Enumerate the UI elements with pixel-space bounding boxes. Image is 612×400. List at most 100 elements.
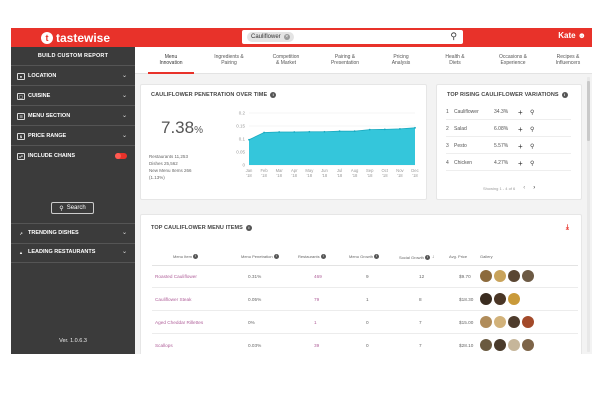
dish-thumbnail[interactable] bbox=[480, 270, 492, 282]
tab-pricing-analysis[interactable]: Pricing Analysis bbox=[378, 54, 424, 66]
column-header-menu-growth[interactable]: Menu Growth i bbox=[349, 254, 380, 259]
dish-thumbnail[interactable] bbox=[494, 270, 506, 282]
info-icon[interactable]: i bbox=[561, 92, 568, 98]
sidebar-item-price-range[interactable]: $ PRICE RANGE ⌄ bbox=[17, 131, 129, 141]
info-icon[interactable]: i bbox=[245, 225, 252, 231]
tab-menu-innovation[interactable]: Menu Innovation bbox=[148, 54, 194, 66]
table-row[interactable]: Aged Cheddar Rillettes 0% 1 0 7 $15.00 bbox=[152, 312, 578, 334]
menu-item-name[interactable]: Scallops bbox=[155, 343, 173, 348]
tab-pairing-presentation[interactable]: Pairing & Presentation bbox=[319, 54, 371, 66]
search-icon[interactable]: ⚲ bbox=[530, 143, 534, 150]
restaurant-count[interactable]: 79 bbox=[314, 297, 319, 302]
column-header-penetration[interactable]: Menu Penetration i bbox=[241, 254, 279, 259]
menu-items-title: TOP CAULIFLOWER MENU ITEMS i bbox=[151, 225, 252, 231]
column-header-avg-price[interactable]: Avg. Price bbox=[449, 254, 467, 259]
brand-logo[interactable]: t tastewise bbox=[41, 30, 110, 45]
column-header-menu-item[interactable]: Menu Item i bbox=[173, 254, 198, 259]
variations-title: TOP RISING CAULIFLOWER VARIATIONS i bbox=[447, 92, 568, 98]
dish-gallery[interactable] bbox=[480, 339, 536, 351]
prev-page-icon[interactable]: ‹ bbox=[523, 185, 525, 191]
add-icon[interactable]: + bbox=[518, 159, 530, 168]
dish-thumbnail[interactable] bbox=[508, 270, 520, 282]
dish-gallery[interactable] bbox=[480, 293, 522, 305]
search-icon[interactable]: ⚲ bbox=[530, 109, 534, 116]
x-tick-label-year: '18 bbox=[292, 173, 298, 178]
include-chains-toggle[interactable] bbox=[115, 153, 127, 159]
chip-remove-icon[interactable]: × bbox=[283, 34, 290, 40]
dish-thumbnail[interactable] bbox=[494, 293, 506, 305]
search-chip[interactable]: Cauliflower × bbox=[247, 32, 294, 42]
data-point bbox=[353, 130, 356, 133]
dish-thumbnail[interactable] bbox=[508, 339, 520, 351]
pager-text: Showing 1 - 4 of 6 bbox=[483, 185, 516, 191]
search-icon[interactable]: ⚲ bbox=[530, 160, 534, 167]
column-header-social-growth[interactable]: Social Growth i ↓ bbox=[399, 254, 434, 260]
info-icon[interactable]: i bbox=[273, 254, 279, 259]
tab-occasions-experience[interactable]: Occasions & Experience bbox=[489, 54, 537, 66]
table-row[interactable]: Roasted Cauliflower 0.31% 469 9 12 $9.70 bbox=[152, 266, 578, 288]
info-icon[interactable]: i bbox=[320, 254, 326, 259]
sidebar-item-leading-restaurants[interactable]: ▲ LEADING RESTAURANTS ⌄ bbox=[17, 247, 129, 257]
column-header-restaurants[interactable]: Restaurants i bbox=[298, 254, 326, 259]
info-icon[interactable]: i bbox=[374, 254, 380, 259]
add-icon[interactable]: + bbox=[518, 142, 530, 151]
table-row[interactable]: Scallops 0.03% 39 0 7 $28.10 bbox=[152, 335, 578, 354]
search-icon[interactable]: ⚲ bbox=[530, 126, 534, 133]
dish-gallery[interactable] bbox=[480, 270, 536, 282]
user-menu[interactable]: Kate ☻ bbox=[558, 31, 586, 40]
search-bar[interactable]: Cauliflower × ⚲ bbox=[242, 30, 463, 44]
info-icon[interactable]: i bbox=[270, 92, 277, 98]
sidebar-item-location[interactable]: ● LOCATION ⌄ bbox=[17, 71, 129, 81]
scrollbar-thumb[interactable] bbox=[587, 81, 590, 141]
restaurant-count[interactable]: 39 bbox=[314, 343, 319, 348]
add-icon[interactable]: + bbox=[518, 108, 530, 117]
chevron-down-icon: ⌄ bbox=[121, 249, 127, 255]
tab-competition-market[interactable]: Competition & Market bbox=[261, 54, 311, 66]
tab-health-diets[interactable]: Health & Diets bbox=[435, 54, 475, 66]
dish-thumbnail[interactable] bbox=[494, 316, 506, 328]
sidebar-item-include-chains[interactable]: ☍ INCLUDE CHAINS bbox=[17, 151, 129, 161]
add-icon[interactable]: + bbox=[518, 125, 530, 134]
sidebar-item-menu-section[interactable]: ☰ MENU SECTION ⌄ bbox=[17, 111, 129, 121]
dish-thumbnail[interactable] bbox=[522, 339, 534, 351]
restaurant-count[interactable]: 469 bbox=[314, 274, 322, 279]
dish-thumbnail[interactable] bbox=[494, 339, 506, 351]
restaurant-count[interactable]: 1 bbox=[314, 320, 317, 325]
dish-thumbnail[interactable] bbox=[522, 316, 534, 328]
tab-recipes-influencers[interactable]: Recipes & Influencers bbox=[547, 54, 589, 66]
scrollbar[interactable] bbox=[587, 77, 590, 352]
header-label: Menu Growth bbox=[349, 254, 374, 259]
dish-thumbnail[interactable] bbox=[480, 339, 492, 351]
chevron-down-icon: ⌄ bbox=[121, 230, 127, 236]
dish-thumbnail[interactable] bbox=[508, 293, 520, 305]
table-row[interactable]: Cauliflower Steak 0.05% 79 1 8 $18.30 bbox=[152, 289, 578, 311]
info-icon[interactable]: i bbox=[192, 254, 198, 259]
sort-down-icon[interactable]: ↓ bbox=[432, 254, 435, 260]
dish-thumbnail[interactable] bbox=[480, 316, 492, 328]
dish-gallery[interactable] bbox=[480, 316, 536, 328]
area-series bbox=[249, 127, 415, 165]
variation-rank: 2 bbox=[446, 126, 449, 132]
chevron-down-icon: ⌄ bbox=[121, 93, 127, 99]
next-page-icon[interactable]: › bbox=[533, 185, 535, 191]
menu-item-name[interactable]: Roasted Cauliflower bbox=[155, 274, 197, 279]
menu-item-name[interactable]: Aged Cheddar Rillettes bbox=[155, 320, 203, 325]
search-icon[interactable]: ⚲ bbox=[450, 31, 457, 42]
data-point bbox=[308, 130, 311, 133]
dish-thumbnail[interactable] bbox=[480, 293, 492, 305]
sidebar-item-trending-dishes[interactable]: ↗ TRENDING DISHES ⌄ bbox=[17, 228, 129, 238]
sidebar-item-cuisine[interactable]: ◯ CUISINE ⌄ bbox=[17, 91, 129, 101]
menu-growth: 9 bbox=[366, 274, 369, 279]
data-point bbox=[323, 130, 326, 133]
tab-bar: Menu Innovation Ingredients & Pairing Co… bbox=[135, 47, 592, 74]
header-label: Gallery bbox=[480, 254, 493, 259]
search-icon: ⚲ bbox=[59, 205, 64, 212]
sidebar-search-button[interactable]: ⚲ Search bbox=[51, 202, 94, 214]
info-icon[interactable]: i bbox=[424, 254, 430, 260]
dish-thumbnail[interactable] bbox=[522, 270, 534, 282]
menu-item-name[interactable]: Cauliflower Steak bbox=[155, 297, 191, 302]
variation-value: 4.27% bbox=[494, 160, 509, 166]
tab-ingredients-pairing[interactable]: Ingredients & Pairing bbox=[203, 54, 255, 66]
dish-thumbnail[interactable] bbox=[508, 316, 520, 328]
download-icon[interactable]: ⤓ bbox=[566, 224, 569, 232]
